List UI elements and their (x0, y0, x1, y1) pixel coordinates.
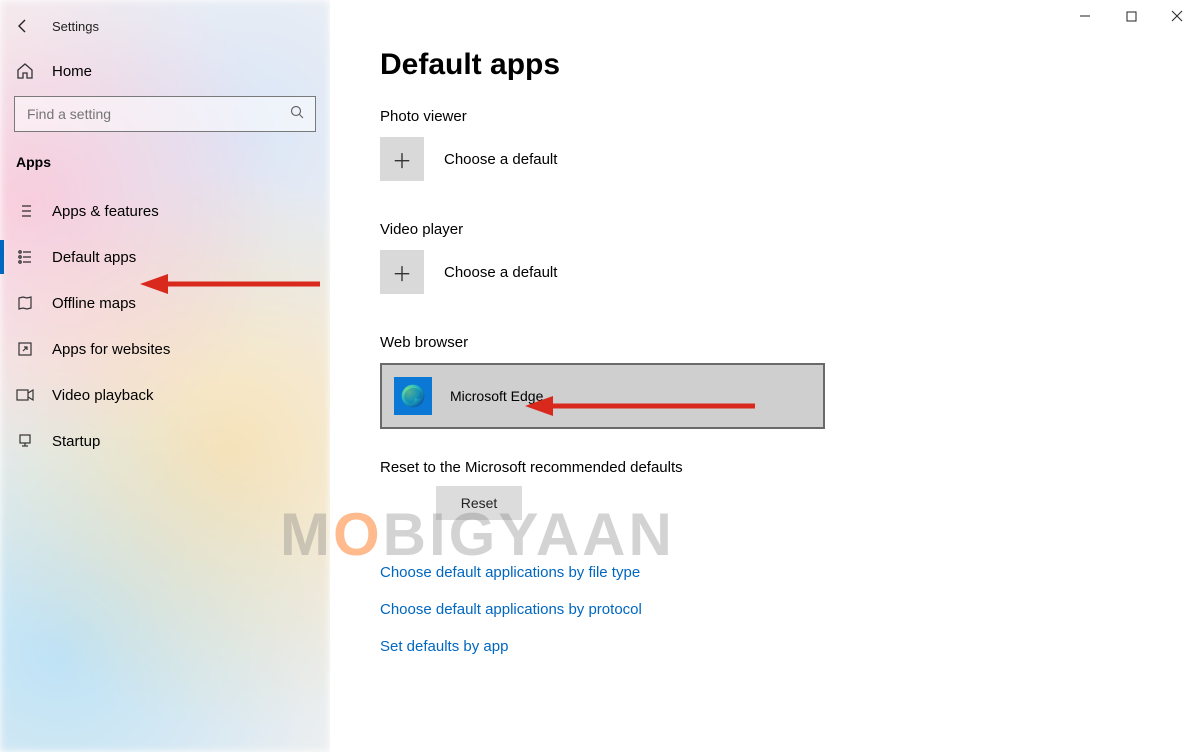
minimize-button[interactable] (1062, 0, 1108, 32)
search-icon (290, 105, 305, 123)
launch-icon (16, 340, 34, 358)
list-icon (16, 202, 34, 220)
choose-label: Choose a default (444, 151, 557, 168)
sidebar-item-offline-maps[interactable]: Offline maps (0, 280, 330, 326)
web-browser-tile[interactable]: Microsoft Edge (380, 363, 825, 429)
defaults-icon (16, 248, 34, 266)
sidebar-item-home[interactable]: Home (0, 52, 330, 90)
photo-viewer-heading: Photo viewer (380, 108, 1200, 125)
window-title: Settings (52, 19, 99, 34)
reset-heading: Reset to the Microsoft recommended defau… (380, 459, 1200, 476)
web-browser-value: Microsoft Edge (450, 388, 543, 404)
sidebar-item-startup[interactable]: Startup (0, 418, 330, 464)
web-browser-heading: Web browser (380, 334, 1200, 351)
reset-button[interactable]: Reset (436, 486, 522, 520)
page-title: Default apps (380, 48, 1200, 82)
sidebar-item-label: Video playback (52, 387, 153, 404)
link-default-by-file-type[interactable]: Choose default applications by file type (380, 564, 1200, 581)
sidebar-item-label: Default apps (52, 249, 136, 266)
sidebar-item-apps-for-websites[interactable]: Apps for websites (0, 326, 330, 372)
startup-icon (16, 432, 34, 450)
titlebar: Settings (0, 8, 330, 44)
sidebar-item-label: Apps & features (52, 203, 159, 220)
sidebar-item-default-apps[interactable]: Default apps (0, 234, 330, 280)
link-set-defaults-by-app[interactable]: Set defaults by app (380, 638, 1200, 655)
back-icon[interactable] (14, 18, 32, 34)
sidebar-item-label: Apps for websites (52, 341, 170, 358)
edge-icon (394, 377, 432, 415)
window-controls (1062, 0, 1200, 32)
map-icon (16, 294, 34, 312)
maximize-button[interactable] (1108, 0, 1154, 32)
settings-sidebar: Settings Home Apps Apps & features (0, 0, 330, 752)
choose-label: Choose a default (444, 264, 557, 281)
home-icon (16, 62, 34, 80)
sidebar-section-heading: Apps (0, 150, 330, 188)
sidebar-item-label: Offline maps (52, 295, 136, 312)
video-icon (16, 386, 34, 404)
sidebar-item-apps-features[interactable]: Apps & features (0, 188, 330, 234)
close-button[interactable] (1154, 0, 1200, 32)
main-content: Default apps Photo viewer ＋ Choose a def… (330, 0, 1200, 752)
sidebar-item-label: Startup (52, 433, 100, 450)
photo-viewer-choose[interactable]: ＋ Choose a default (380, 137, 1200, 181)
link-default-by-protocol[interactable]: Choose default applications by protocol (380, 601, 1200, 618)
plus-icon: ＋ (380, 137, 424, 181)
video-player-choose[interactable]: ＋ Choose a default (380, 250, 1200, 294)
search-field[interactable] (25, 105, 265, 123)
sidebar-item-video-playback[interactable]: Video playback (0, 372, 330, 418)
home-label: Home (52, 63, 92, 80)
plus-icon: ＋ (380, 250, 424, 294)
search-input[interactable] (14, 96, 316, 132)
video-player-heading: Video player (380, 221, 1200, 238)
